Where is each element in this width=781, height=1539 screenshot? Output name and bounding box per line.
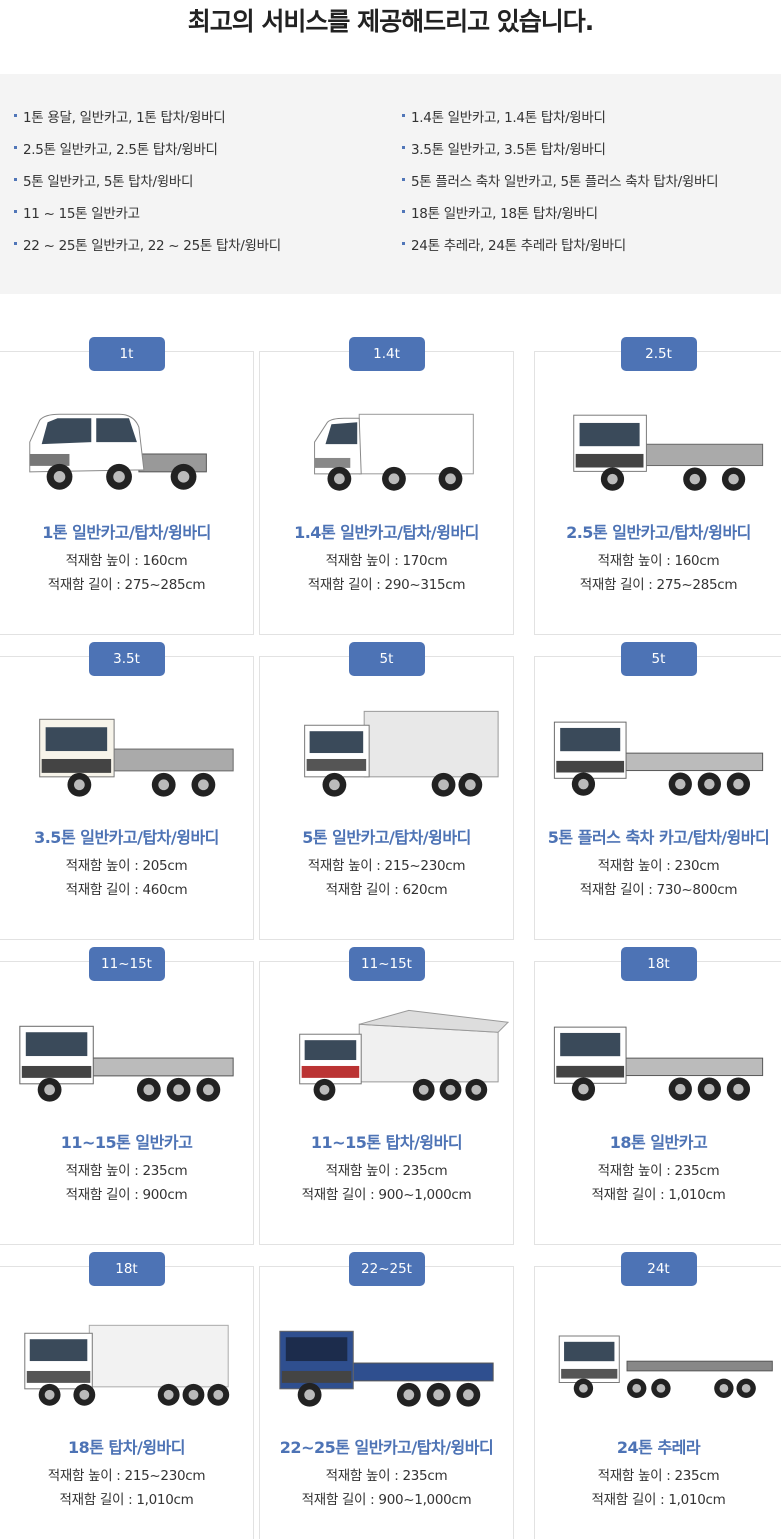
vehicle-name: 11~15톤 일반카고 — [60, 1133, 193, 1152]
vehicle-card: 1.4t 1.4톤 일반카고/탑차/윙바디적재함 높이 : 170cm 적재함 길이… — [259, 337, 514, 635]
vehicle-name: 1톤 일반카고/탑차/윙바디 — [42, 523, 211, 542]
page-title: 최고의 서비스를 제공해드리고 있습니다. — [187, 7, 595, 36]
tonnage-badge: 22~25t — [348, 1252, 425, 1286]
truck-image — [0, 697, 253, 817]
cargo-length: 적재함 길이 : 1,010cm — [59, 1492, 194, 1508]
tonnage-badge: 3.5t — [88, 642, 165, 676]
truck-image — [535, 392, 781, 512]
cargo-length: 적재함 길이 : 290~315cm — [307, 577, 466, 593]
tonnage-badge: 5t — [620, 642, 697, 676]
cargo-length: 적재함 길이 : 1,010cm — [591, 1492, 726, 1508]
vehicle-name: 11~15톤 탑차/윙바디 — [310, 1133, 463, 1152]
cargo-length: 적재함 길이 : 900cm — [65, 1187, 188, 1203]
vehicle-card: 11~15t 11~15톤 일반카고적재함 높이 : 235cm 적재함 길이 : … — [0, 947, 254, 1245]
truck-image — [535, 697, 781, 817]
cargo-height: 적재함 높이 : 235cm — [65, 1163, 188, 1179]
vehicle-card: 5t 5톤 플러스 축차 카고/탑차/윙바디적재함 높이 : 230cm 적재함 길… — [534, 642, 781, 940]
cargo-height: 적재함 높이 : 170cm — [325, 553, 448, 569]
cargo-height: 적재함 높이 : 215~230cm — [47, 1468, 206, 1484]
vehicle-name: 5톤 일반카고/탑차/윙바디 — [302, 828, 471, 847]
tonnage-badge: 2.5t — [620, 337, 697, 371]
service-item: 1톤 용달, 일반카고, 1톤 탑차/윙바디 — [14, 106, 226, 126]
tonnage-badge: 1t — [88, 337, 165, 371]
vehicle-card: 3.5t 3.5톤 일반카고/탑차/윙바디적재함 높이 : 205cm 적재함 길이… — [0, 642, 254, 940]
vehicle-name: 24톤 추레라 — [616, 1438, 701, 1457]
tonnage-badge: 1.4t — [348, 337, 425, 371]
cargo-height: 적재함 높이 : 235cm — [325, 1468, 448, 1484]
truck-image — [260, 1002, 513, 1122]
vehicle-name: 22~25톤 일반카고/탑차/윙바디 — [279, 1438, 494, 1457]
tonnage-badge: 18t — [620, 947, 697, 981]
cargo-length: 적재함 길이 : 275~285cm — [579, 577, 738, 593]
cargo-length: 적재함 길이 : 460cm — [65, 882, 188, 898]
cargo-height: 적재함 높이 : 160cm — [597, 553, 720, 569]
service-item: 24톤 추레라, 24톤 추레라 탑차/윙바디 — [402, 234, 626, 254]
service-item: 5톤 플러스 축차 일반카고, 5톤 플러스 축차 탑차/윙바디 — [402, 170, 719, 190]
cargo-height: 적재함 높이 : 235cm — [597, 1468, 720, 1484]
truck-image — [535, 1002, 781, 1122]
cargo-length: 적재함 길이 : 275~285cm — [47, 577, 206, 593]
tonnage-badge: 11~15t — [88, 947, 165, 981]
cargo-length: 적재함 길이 : 1,010cm — [591, 1187, 726, 1203]
vehicle-card: 5t 5톤 일반카고/탑차/윙바디적재함 높이 : 215~230cm 적재함 길이… — [259, 642, 514, 940]
cargo-length: 적재함 길이 : 730~800cm — [579, 882, 738, 898]
vehicle-name: 2.5톤 일반카고/탑차/윙바디 — [566, 523, 751, 542]
tonnage-badge: 11~15t — [348, 947, 425, 981]
vehicle-card: 22~25t 22~25톤 일반카고/탑차/윙바디적재함 높이 : 235cm 적재… — [259, 1252, 514, 1539]
truck-image — [260, 392, 513, 512]
cargo-height: 적재함 높이 : 230cm — [597, 858, 720, 874]
cargo-length: 적재함 길이 : 900~1,000cm — [301, 1187, 472, 1203]
service-item: 18톤 일반카고, 18톤 탑차/윙바디 — [402, 202, 598, 222]
vehicle-name: 18톤 일반카고 — [609, 1133, 708, 1152]
truck-image — [0, 392, 253, 512]
truck-image — [535, 1307, 781, 1427]
vehicle-name: 18톤 탑차/윙바디 — [68, 1438, 186, 1457]
vehicle-card: 24t 24톤 추레라적재함 높이 : 235cm 적재함 길이 : 1,010cm — [534, 1252, 781, 1539]
cargo-height: 적재함 높이 : 235cm — [597, 1163, 720, 1179]
truck-image — [260, 697, 513, 817]
vehicle-name: 1.4톤 일반카고/탑차/윙바디 — [294, 523, 479, 542]
vehicle-name: 3.5톤 일반카고/탑차/윙바디 — [34, 828, 219, 847]
cargo-height: 적재함 높이 : 160cm — [65, 553, 188, 569]
tonnage-badge: 5t — [348, 642, 425, 676]
service-item: 5톤 일반카고, 5톤 탑차/윙바디 — [14, 170, 193, 190]
truck-image — [0, 1307, 253, 1427]
cargo-height: 적재함 높이 : 205cm — [65, 858, 188, 874]
tonnage-badge: 18t — [88, 1252, 165, 1286]
service-item: 3.5톤 일반카고, 3.5톤 탑차/윙바디 — [402, 138, 606, 158]
vehicle-card: 18t 18톤 일반카고적재함 높이 : 235cm 적재함 길이 : 1,010c… — [534, 947, 781, 1245]
vehicle-card: 11~15t 11~15톤 탑차/윙바디적재함 높이 : 235cm 적재함 길이 … — [259, 947, 514, 1245]
vehicle-card: 2.5t 2.5톤 일반카고/탑차/윙바디적재함 높이 : 160cm 적재함 길이… — [534, 337, 781, 635]
vehicle-card: 1t 1톤 일반카고/탑차/윙바디적재함 높이 : 160cm 적재함 길이 : 2… — [0, 337, 254, 635]
vehicle-name: 5톤 플러스 축차 카고/탑차/윙바디 — [547, 828, 770, 847]
service-item: 22 ~ 25톤 일반카고, 22 ~ 25톤 탑차/윙바디 — [14, 234, 281, 254]
cargo-length: 적재함 길이 : 620cm — [325, 882, 448, 898]
tonnage-badge: 24t — [620, 1252, 697, 1286]
truck-image — [0, 1002, 253, 1122]
service-item: 11 ~ 15톤 일반카고 — [14, 202, 140, 222]
vehicle-card: 18t 18톤 탑차/윙바디적재함 높이 : 215~230cm 적재함 길이 : … — [0, 1252, 254, 1539]
cargo-height: 적재함 높이 : 235cm — [325, 1163, 448, 1179]
cargo-height: 적재함 높이 : 215~230cm — [307, 858, 466, 874]
service-list-box: 1톤 용달, 일반카고, 1톤 탑차/윙바디 1.4톤 일반카고, 1.4톤 탑… — [0, 74, 781, 294]
truck-image — [260, 1307, 513, 1427]
service-item: 2.5톤 일반카고, 2.5톤 탑차/윙바디 — [14, 138, 218, 158]
service-item: 1.4톤 일반카고, 1.4톤 탑차/윙바디 — [402, 106, 606, 126]
cargo-length: 적재함 길이 : 900~1,000cm — [301, 1492, 472, 1508]
